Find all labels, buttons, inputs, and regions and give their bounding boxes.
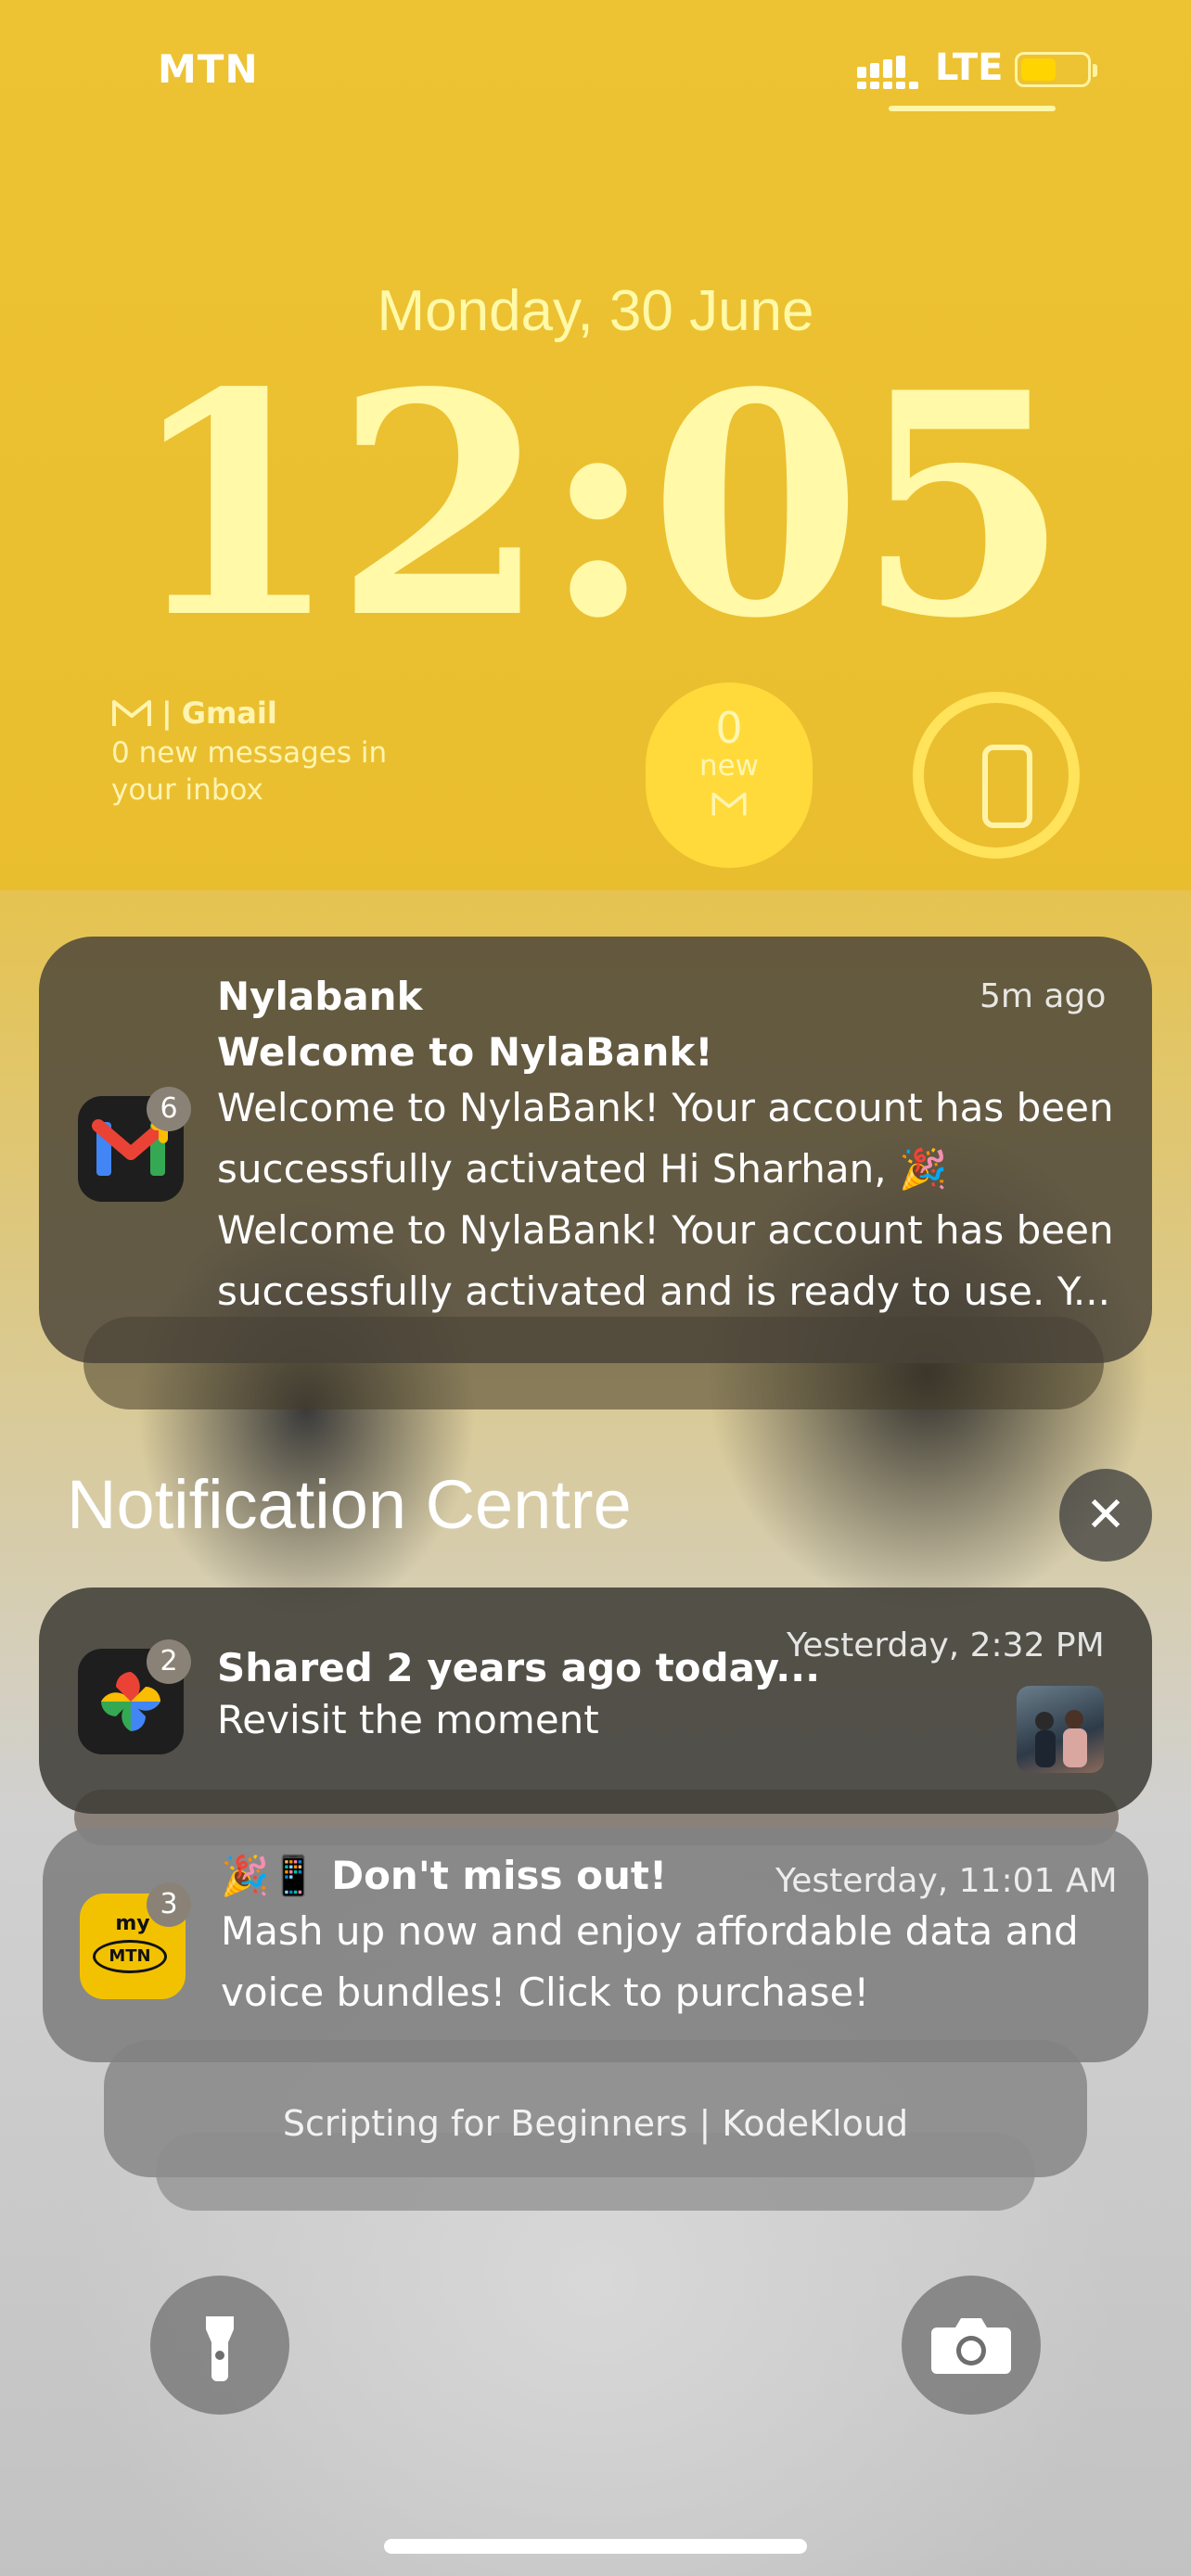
status-indicator-bar — [889, 106, 1056, 111]
carrier-label: MTN — [158, 46, 259, 92]
notification-badge: 3 — [147, 1882, 191, 1927]
home-indicator[interactable] — [384, 2539, 807, 2554]
battery-ring-widget[interactable] — [913, 692, 1080, 859]
notification-time: Yesterday, 2:32 PM — [787, 1626, 1105, 1664]
gmail-count-widget[interactable]: 0 new — [646, 682, 813, 868]
notification-body-line: Welcome to NylaBank! Your account has be… — [217, 1085, 1114, 1130]
gmail-icon — [112, 700, 151, 726]
flashlight-icon — [206, 2316, 234, 2381]
notification-time: 5m ago — [980, 977, 1107, 1015]
notification-card-google-photos[interactable]: 2 Shared 2 years ago today... Yesterday,… — [39, 1588, 1152, 1814]
network-type-label: LTE — [935, 46, 1004, 89]
gmail-new-count: 0 — [715, 703, 743, 753]
notification-title: Welcome to NylaBank! — [217, 1029, 713, 1075]
camera-icon — [931, 2318, 1011, 2374]
camera-button[interactable] — [902, 2276, 1041, 2415]
notification-card-nylabank[interactable]: 6 Nylabank 5m ago Welcome to NylaBank! W… — [39, 937, 1152, 1363]
clear-notifications-button[interactable]: ✕ — [1059, 1469, 1152, 1562]
gmail-widget-message: 0 new messages in your inbox — [111, 736, 388, 807]
signal-strength-icon — [857, 56, 918, 89]
notification-body-line: successfully activated and is ready to u… — [217, 1269, 1110, 1314]
lock-clock: 12:05 — [126, 325, 1069, 685]
notification-badge: 6 — [147, 1087, 191, 1131]
notification-title: 🎉📱 Don't miss out! — [221, 1853, 668, 1898]
flashlight-button[interactable] — [150, 2276, 289, 2415]
status-bar: MTN LTE — [0, 46, 1191, 102]
stacked-notification-preview: Scripting for Beginners | KodeKloud — [282, 2103, 909, 2144]
notification-centre-title: Notification Centre — [67, 1466, 632, 1543]
notification-body-line: Mash up now and enjoy affordable data an… — [221, 1908, 1079, 1954]
notification-time: Yesterday, 11:01 AM — [775, 1862, 1118, 1900]
notification-title: Shared 2 years ago today... — [217, 1645, 821, 1690]
gmail-widget[interactable]: | Gmail 0 new messages in your inbox — [111, 695, 427, 809]
gmail-widget-title: Gmail — [181, 695, 277, 731]
battery-icon — [1015, 52, 1097, 87]
gmail-icon — [711, 792, 747, 816]
notification-body-line: Welcome to NylaBank! Your account has be… — [217, 1207, 1114, 1253]
notification-body-line: successfully activated Hi Sharhan, 🎉 — [217, 1146, 948, 1192]
notification-badge: 2 — [147, 1639, 191, 1684]
gmail-new-label: new — [698, 749, 760, 783]
notification-body: Revisit the moment — [217, 1697, 599, 1742]
mymtn-icon-text-bottom: MTN — [93, 1940, 167, 1973]
battery-level-fill — [1021, 58, 1056, 81]
photo-thumbnail — [1017, 1686, 1104, 1773]
notification-sender: Nylabank — [217, 974, 423, 1019]
notification-body-line: voice bundles! Click to purchase! — [221, 1970, 870, 2015]
phone-icon — [982, 745, 1032, 828]
notification-card-mymtn[interactable]: my MTN 3 🎉📱 Don't miss out! Yesterday, 1… — [43, 1827, 1148, 2062]
